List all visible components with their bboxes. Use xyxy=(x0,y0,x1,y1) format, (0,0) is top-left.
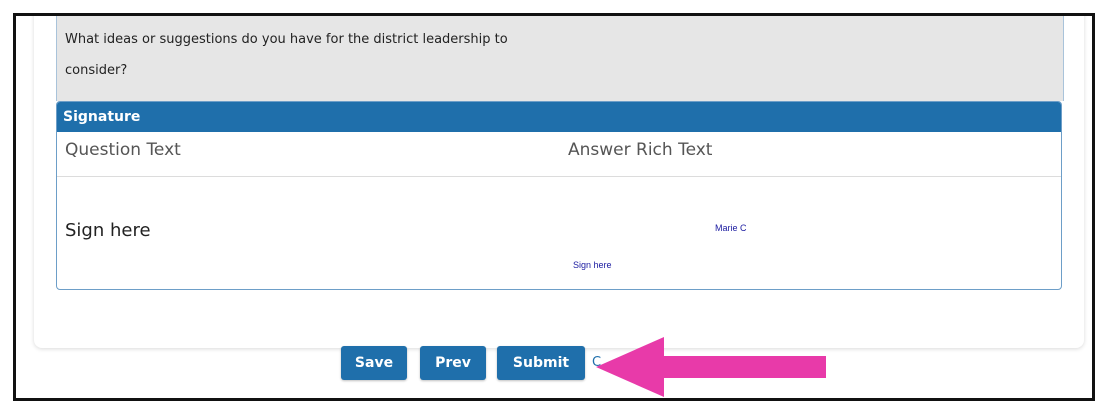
question-line-1: What ideas or suggestions do you have fo… xyxy=(65,32,508,47)
save-button[interactable]: Save xyxy=(341,346,407,380)
column-header-question: Question Text xyxy=(65,140,181,160)
header-divider xyxy=(57,176,1061,177)
question-block: What ideas or suggestions do you have fo… xyxy=(56,16,1064,101)
column-header-answer: Answer Rich Text xyxy=(568,140,713,160)
annotation-arrow-shape xyxy=(596,337,826,397)
signature-header: Signature xyxy=(57,102,1061,132)
question-text: What ideas or suggestions do you have fo… xyxy=(65,24,625,86)
signature-section: Signature Question Text Answer Rich Text… xyxy=(56,101,1062,290)
signature-field-caption[interactable]: Sign here xyxy=(573,260,612,270)
screenshot-frame: What ideas or suggestions do you have fo… xyxy=(13,13,1095,401)
submit-button[interactable]: Submit xyxy=(497,346,585,380)
form-card: What ideas or suggestions do you have fo… xyxy=(34,16,1084,348)
question-line-2: consider? xyxy=(65,63,128,78)
arrow-left-icon xyxy=(596,337,826,397)
signature-name: Marie C xyxy=(715,223,747,233)
sign-here-label: Sign here xyxy=(65,220,151,241)
prev-button[interactable]: Prev xyxy=(420,346,486,380)
